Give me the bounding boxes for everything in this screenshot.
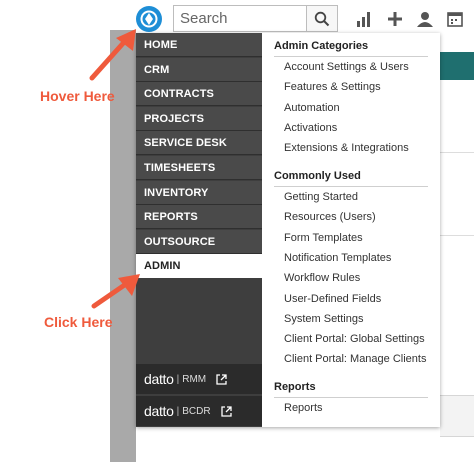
external-link-icon [216, 373, 227, 385]
bar-chart-icon[interactable] [353, 8, 375, 30]
section-heading-commonly-used: Commonly Used [274, 170, 428, 187]
user-icon[interactable] [414, 8, 436, 30]
app-header-strip [440, 52, 474, 80]
admin-link-notification-templates[interactable]: Notification Templates [284, 252, 391, 264]
brand-separator: | [176, 405, 180, 417]
datto-rmm-link[interactable]: datto | RMM [136, 364, 262, 394]
admin-link-workflow-rules[interactable]: Workflow Rules [284, 272, 360, 284]
nav-item-contracts[interactable]: CONTRACTS [136, 82, 262, 107]
section-heading-admin-categories: Admin Categories [274, 40, 428, 57]
click-here-annotation: Click Here [44, 314, 113, 330]
brand-name: datto [144, 371, 174, 387]
admin-link-client-portal-global-settings[interactable]: Client Portal: Global Settings [284, 333, 425, 345]
nav-item-home[interactable]: HOME [136, 33, 262, 57]
datto-bcdr-link[interactable]: datto | BCDR [136, 396, 262, 426]
nav-column: HOME CRM CONTRACTS PROJECTS SERVICE DESK… [136, 33, 262, 427]
hover-arrow-icon [89, 29, 136, 81]
admin-link-resources-users[interactable]: Resources (Users) [284, 211, 376, 223]
admin-link-account-settings-users[interactable]: Account Settings & Users [284, 61, 409, 73]
brand-product: RMM [182, 373, 207, 385]
search-icon [314, 11, 330, 26]
admin-link-activations[interactable]: Activations [284, 122, 337, 134]
admin-panel: Admin Categories Account Settings & User… [262, 33, 440, 427]
nav-item-reports[interactable]: REPORTS [136, 205, 262, 230]
brand-product: BCDR [182, 405, 211, 417]
calendar-icon[interactable] [444, 8, 466, 30]
app-content-row [440, 395, 474, 437]
admin-link-features-settings[interactable]: Features & Settings [284, 81, 381, 93]
admin-link-reports[interactable]: Reports [284, 402, 323, 414]
nav-item-inventory[interactable]: INVENTORY [136, 180, 262, 205]
nav-item-projects[interactable]: PROJECTS [136, 106, 262, 131]
search-box [173, 5, 338, 32]
external-link-icon [220, 405, 232, 417]
plus-icon[interactable] [384, 8, 406, 30]
main-menu-dropdown: HOME CRM CONTRACTS PROJECTS SERVICE DESK… [136, 33, 440, 427]
nav-item-service-desk[interactable]: SERVICE DESK [136, 131, 262, 156]
divider [440, 235, 474, 236]
hover-here-annotation: Hover Here [40, 88, 115, 104]
admin-link-extensions-integrations[interactable]: Extensions & Integrations [284, 142, 409, 154]
admin-link-client-portal-manage-clients[interactable]: Client Portal: Manage Clients [284, 353, 426, 365]
nav-item-timesheets[interactable]: TIMESHEETS [136, 156, 262, 180]
nav-item-outsource[interactable]: OUTSOURCE [136, 229, 262, 254]
admin-link-system-settings[interactable]: System Settings [284, 313, 363, 325]
search-button[interactable] [306, 6, 337, 31]
nav-item-admin[interactable]: ADMIN [136, 254, 262, 279]
admin-link-form-templates[interactable]: Form Templates [284, 232, 363, 244]
click-arrow-icon [91, 274, 140, 309]
search-input[interactable] [174, 6, 300, 31]
admin-link-automation[interactable]: Automation [284, 102, 340, 114]
brand-separator: | [176, 373, 180, 385]
divider [440, 152, 474, 153]
admin-link-user-defined-fields[interactable]: User-Defined Fields [284, 293, 381, 305]
nav-item-crm[interactable]: CRM [136, 57, 262, 82]
section-heading-reports: Reports [274, 381, 428, 398]
brand-name: datto [144, 403, 174, 419]
admin-link-getting-started[interactable]: Getting Started [284, 191, 358, 203]
